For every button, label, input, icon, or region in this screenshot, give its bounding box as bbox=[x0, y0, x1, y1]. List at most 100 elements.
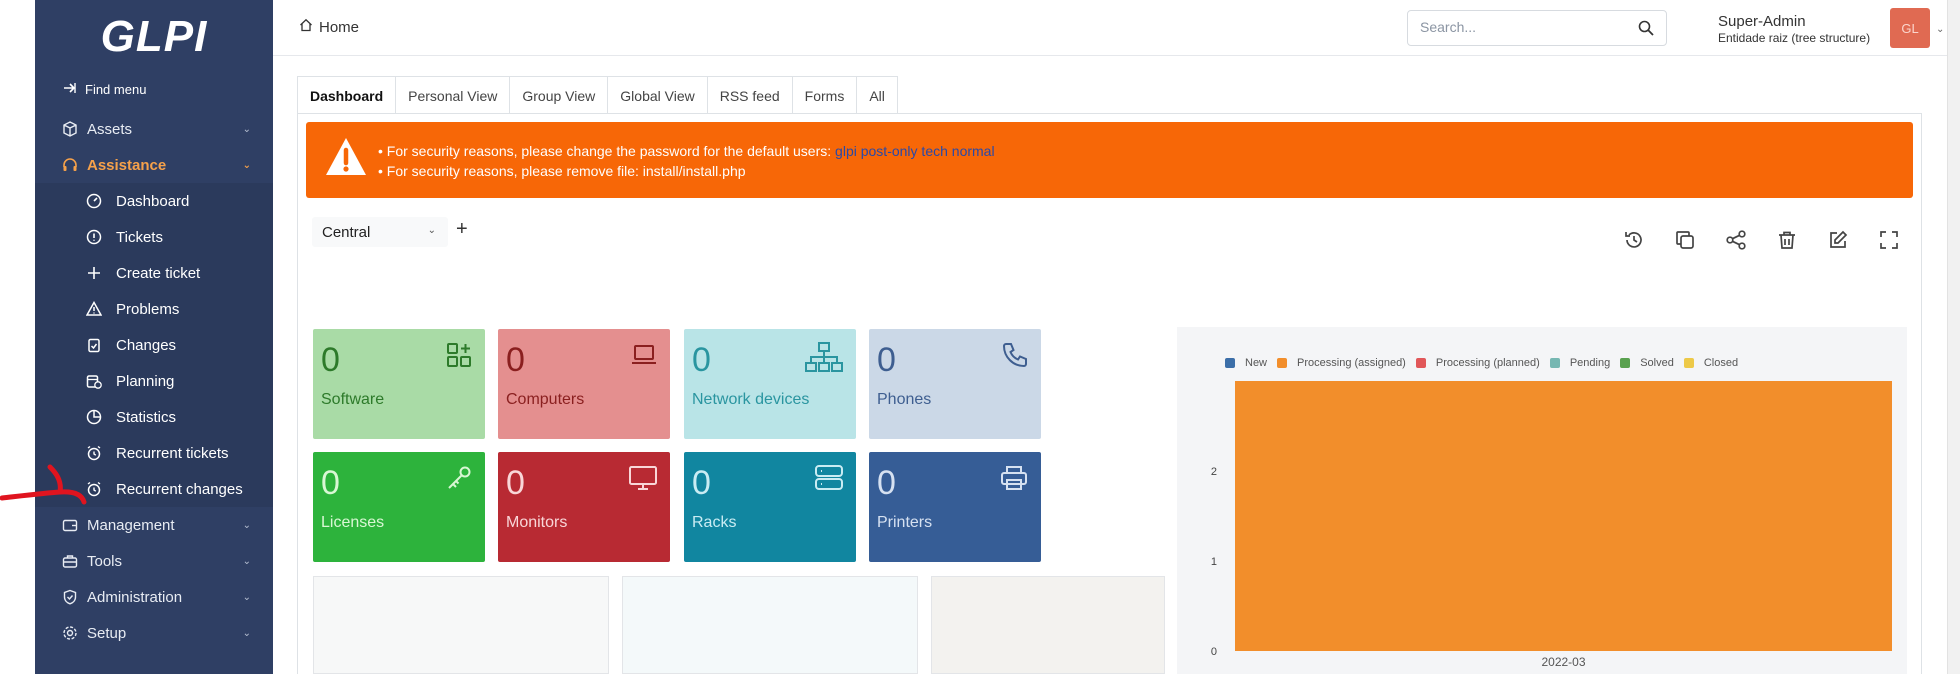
chevron-down-icon: ⌄ bbox=[242, 591, 251, 603]
copy-icon[interactable] bbox=[1671, 226, 1699, 254]
dashboard-select[interactable]: Central ⌄ bbox=[312, 217, 448, 247]
sidebar-subitem-label: Planning bbox=[116, 372, 175, 390]
share-icon[interactable] bbox=[1722, 226, 1750, 254]
sidebar-item-tools[interactable]: Tools ⌄ bbox=[35, 544, 273, 578]
add-dashboard-button[interactable]: + bbox=[456, 218, 468, 241]
user-entity[interactable]: Entidade raiz (tree structure) bbox=[1718, 31, 1870, 45]
default-users-link[interactable]: glpi post-only tech normal bbox=[835, 143, 995, 159]
laptop-icon bbox=[630, 341, 658, 374]
cube-icon bbox=[61, 120, 79, 138]
sidebar-item-assets[interactable]: Assets ⌄ bbox=[35, 112, 273, 146]
alert-text: For security reasons, please remove file… bbox=[386, 163, 746, 179]
card-value: 0 bbox=[692, 464, 711, 502]
desktop-margin bbox=[0, 0, 35, 674]
arrow-right-icon bbox=[63, 82, 77, 97]
chevron-down-icon: ⌄ bbox=[242, 123, 251, 135]
calendar-clock-icon bbox=[85, 372, 103, 390]
card-racks[interactable]: 0 Racks bbox=[684, 452, 856, 562]
card-value: 0 bbox=[506, 341, 525, 379]
alert-line: For security reasons, please change the … bbox=[378, 141, 995, 161]
sidebar-item-management[interactable]: Management ⌄ bbox=[35, 508, 273, 542]
fullscreen-icon[interactable] bbox=[1875, 226, 1903, 254]
sidebar-item-administration[interactable]: Administration ⌄ bbox=[35, 580, 273, 614]
chart-plot: 0 1 2 2022-03 bbox=[1211, 381, 1892, 669]
card-value: 0 bbox=[877, 341, 896, 379]
sidebar-subitem-problems[interactable]: Problems bbox=[35, 292, 273, 326]
card-printers[interactable]: 0 Printers bbox=[869, 452, 1041, 562]
sidebar-item-setup[interactable]: Setup ⌄ bbox=[35, 616, 273, 650]
sidebar-subitem-label: Problems bbox=[116, 300, 180, 318]
sidebar-subitem-planning[interactable]: Planning bbox=[35, 364, 273, 398]
widget-placeholder bbox=[622, 576, 918, 674]
sidebar-subitem-statistics[interactable]: Statistics bbox=[35, 400, 273, 434]
card-label: Licenses bbox=[321, 514, 385, 531]
scrollbar[interactable] bbox=[1947, 0, 1960, 674]
phone-icon bbox=[1001, 341, 1029, 374]
card-value: 0 bbox=[506, 464, 525, 502]
sidebar-item-label: Setup bbox=[87, 624, 127, 642]
server-icon bbox=[814, 464, 844, 497]
card-licenses[interactable]: 0 Licenses bbox=[313, 452, 485, 562]
y-tick-label: 2 bbox=[1211, 466, 1217, 478]
glpi-logo[interactable]: GLPI bbox=[35, 12, 273, 62]
pie-chart-icon bbox=[85, 408, 103, 426]
card-value: 0 bbox=[321, 341, 340, 379]
x-tick-label: 2022-03 bbox=[1541, 655, 1585, 669]
card-label: Monitors bbox=[506, 514, 568, 531]
home-icon bbox=[299, 18, 313, 36]
bar-segment[interactable] bbox=[1235, 381, 1892, 651]
card-value: 0 bbox=[692, 341, 711, 379]
dashboard-icon bbox=[85, 192, 103, 210]
tab-group-view[interactable]: Group View bbox=[509, 76, 609, 114]
sidebar-item-assistance[interactable]: Assistance ⌄ bbox=[35, 148, 273, 182]
chevron-down-icon: ⌄ bbox=[242, 627, 251, 639]
sidebar-subitem-tickets[interactable]: Tickets bbox=[35, 220, 273, 254]
app-root: GLPI Find menu Assets ⌄ Assistance ⌄ Das… bbox=[0, 0, 1960, 674]
breadcrumb-home[interactable]: Home bbox=[299, 18, 359, 36]
sidebar-subitem-label: Statistics bbox=[116, 408, 177, 426]
chevron-down-icon[interactable]: ⌄ bbox=[1936, 24, 1944, 35]
top-bar: Home Super-Admin Entidade raiz (tree str… bbox=[273, 0, 1960, 56]
find-menu-button[interactable]: Find menu bbox=[63, 82, 146, 97]
sidebar-subitem-dashboard[interactable]: Dashboard bbox=[35, 184, 273, 218]
tab-bar: Dashboard Personal View Group View Globa… bbox=[297, 76, 898, 114]
headset-icon bbox=[61, 156, 79, 174]
sidebar-item-label: Assistance bbox=[87, 156, 167, 174]
sidebar-subitem-label: Tickets bbox=[116, 228, 163, 246]
card-label: Printers bbox=[877, 514, 933, 531]
search-input[interactable] bbox=[1420, 19, 1620, 35]
history-icon[interactable] bbox=[1620, 226, 1648, 254]
tab-global-view[interactable]: Global View bbox=[607, 76, 708, 114]
breadcrumb-label: Home bbox=[319, 18, 360, 36]
tab-personal-view[interactable]: Personal View bbox=[395, 76, 511, 114]
security-alert: For security reasons, please change the … bbox=[306, 122, 1913, 198]
card-network-devices[interactable]: 0 Network devices bbox=[684, 329, 856, 439]
user-name[interactable]: Super-Admin bbox=[1718, 13, 1806, 30]
alert-list: For security reasons, please change the … bbox=[378, 141, 995, 181]
card-label: Computers bbox=[506, 391, 585, 408]
tab-rss-feed[interactable]: RSS feed bbox=[706, 76, 793, 114]
edit-icon[interactable] bbox=[1824, 226, 1852, 254]
sidebar-item-label: Tools bbox=[87, 552, 123, 570]
search-icon[interactable] bbox=[1638, 20, 1654, 41]
printer-icon bbox=[999, 464, 1029, 497]
trash-icon[interactable] bbox=[1773, 226, 1801, 254]
tab-forms[interactable]: Forms bbox=[791, 76, 858, 114]
card-computers[interactable]: 0 Computers bbox=[498, 329, 670, 439]
alert-line: For security reasons, please remove file… bbox=[378, 161, 995, 181]
apps-add-icon bbox=[445, 341, 473, 374]
chevron-down-icon: ⌄ bbox=[242, 555, 251, 567]
sidebar-subitem-changes[interactable]: Changes bbox=[35, 328, 273, 362]
sidebar-item-label: Management bbox=[87, 516, 175, 534]
card-phones[interactable]: 0 Phones bbox=[869, 329, 1041, 439]
avatar[interactable]: GL bbox=[1890, 8, 1930, 48]
tab-all[interactable]: All bbox=[856, 76, 898, 114]
tab-dashboard[interactable]: Dashboard bbox=[297, 76, 397, 114]
y-tick-label: 0 bbox=[1211, 646, 1217, 658]
sidebar-subitem-create-ticket[interactable]: Create ticket bbox=[35, 256, 273, 290]
card-monitors[interactable]: 0 Monitors bbox=[498, 452, 670, 562]
card-software[interactable]: 0 Software bbox=[313, 329, 485, 439]
dashboard-toolbar bbox=[1620, 226, 1903, 254]
sidebar-subitem-label: Dashboard bbox=[116, 192, 190, 210]
card-label: Racks bbox=[692, 514, 737, 531]
